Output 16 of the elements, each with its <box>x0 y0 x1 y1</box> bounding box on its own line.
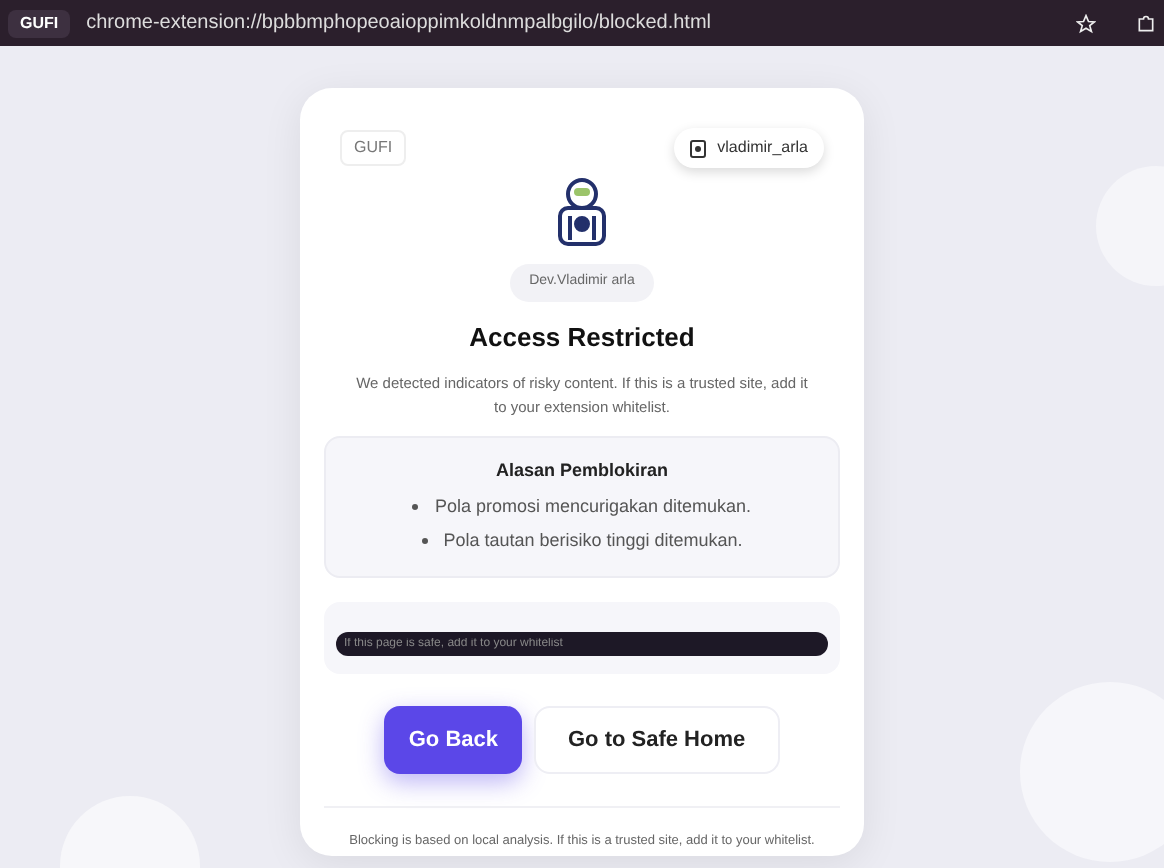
astronaut-icon <box>556 176 608 248</box>
user-chip[interactable]: vladimir_arla <box>673 128 824 168</box>
tab-chip[interactable]: GUFI <box>8 9 71 37</box>
reasons-heading: Alasan Pemblokiran <box>495 458 669 484</box>
extension-icon[interactable] <box>1136 13 1156 33</box>
bullet-icon <box>412 503 419 510</box>
action-button[interactable]: Go Back <box>384 705 522 774</box>
brand-label: GUFI <box>340 130 407 166</box>
star-icon[interactable] <box>1076 13 1096 33</box>
reason-item: Pola promosi mencurigakan ditemukan. <box>434 493 752 520</box>
url-text[interactable]: chrome-extension://bpbbmphopeoaioppimkoldnmpalbgilo/blocked.html <box>86 8 1060 38</box>
bullet-icon <box>421 538 428 545</box>
page-title: Access Restricted <box>469 319 695 355</box>
id-card-icon <box>689 139 706 157</box>
action-button[interactable]: Go to Safe Home <box>534 705 780 774</box>
reason-item: Pola tautan berisiko tinggi ditemukan. <box>443 528 743 554</box>
